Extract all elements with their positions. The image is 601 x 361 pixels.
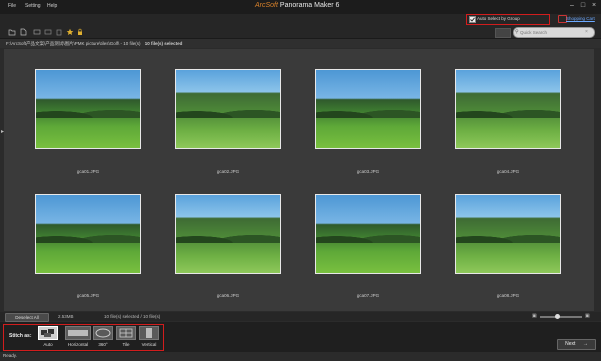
status-text: Ready. xyxy=(3,353,17,358)
tile-stitch-icon xyxy=(119,328,133,338)
app-name: Panorama Maker 6 xyxy=(279,2,340,9)
stitch-as-label: Stitch as: xyxy=(9,333,32,339)
thumbnail-image[interactable] xyxy=(175,194,281,274)
thumbnail-gallery: gca01.JPG gca02.JPG gca03.JPG gca04.JPG … xyxy=(4,49,594,311)
thumbnail-filename: gca04.JPG xyxy=(496,169,520,174)
next-button[interactable]: Next → xyxy=(557,339,596,350)
thumbnail-filename: gca02.JPG xyxy=(216,169,240,174)
selected-count: 10 file(s) selected xyxy=(144,40,183,46)
search-icon: ⚲ xyxy=(515,29,519,35)
thumbnail-image[interactable] xyxy=(35,194,141,274)
app-title: ArcSoft Panorama Maker 6 xyxy=(255,2,339,9)
stitch-vertical-button[interactable] xyxy=(139,326,159,340)
clear-search-icon[interactable]: × xyxy=(585,29,588,35)
thumbnail-image[interactable] xyxy=(315,69,421,149)
stitch-360-button[interactable] xyxy=(93,326,113,340)
shopping-cart-link[interactable]: Shopping Cart xyxy=(566,16,595,21)
menu-setting[interactable]: Setting xyxy=(25,3,41,9)
stitch-360-label: 360° xyxy=(98,342,108,347)
auto-stitch-icon xyxy=(41,329,54,337)
thumbnail-image[interactable] xyxy=(315,194,421,274)
delete-icon[interactable] xyxy=(55,28,63,36)
folder-path-text: F:\ArcSoft产品文案\产品测试\图片\PMK picture\tiles… xyxy=(6,40,141,46)
thumbnail-image[interactable] xyxy=(175,69,281,149)
status-bar xyxy=(0,352,601,361)
vertical-scrollbar[interactable] xyxy=(594,49,600,311)
selection-count: 10 file(s) selected / 10 file(s) xyxy=(104,314,161,319)
check-icon xyxy=(470,17,475,22)
deselect-all-button[interactable]: Deselect All xyxy=(5,313,49,322)
thumbnail-filename: gca06.JPG xyxy=(216,293,240,298)
arrow-right-icon: → xyxy=(582,341,588,347)
thumbnail-filename: gca07.JPG xyxy=(356,293,380,298)
auto-select-checkbox[interactable] xyxy=(469,15,476,23)
selection-strip xyxy=(0,312,601,321)
thumbnail-filename: gca05.JPG xyxy=(76,293,100,298)
thumbnail-filename: gca03.JPG xyxy=(356,169,380,174)
stitch-auto-label: Auto xyxy=(43,342,53,347)
stitch-tile-label: Tile xyxy=(122,342,130,347)
thumbnail-image[interactable] xyxy=(35,69,141,149)
maximize-icon[interactable]: □ xyxy=(579,2,587,10)
rotate-icon[interactable] xyxy=(44,28,52,36)
zoom-slider-handle[interactable] xyxy=(555,314,560,319)
star-icon[interactable] xyxy=(66,28,74,36)
search-input[interactable] xyxy=(520,28,580,36)
thumbnail-image[interactable] xyxy=(455,69,561,149)
panorama-360-icon xyxy=(95,328,111,338)
stitch-horizontal-label: Horizontal xyxy=(67,342,89,347)
zoom-out-icon[interactable]: ▣ xyxy=(532,313,537,319)
stitch-vertical-label: Vertical xyxy=(141,342,157,347)
thumbnail-image[interactable] xyxy=(455,194,561,274)
vertical-stitch-icon xyxy=(146,328,152,338)
stitch-auto-button[interactable] xyxy=(38,326,58,340)
stitch-horizontal-button[interactable] xyxy=(65,326,91,340)
image-icon[interactable] xyxy=(33,28,41,36)
collapse-arrow-icon[interactable]: ▸ xyxy=(1,128,4,135)
close-icon[interactable]: × xyxy=(590,2,598,10)
open-folder-icon[interactable] xyxy=(8,28,16,36)
minimize-icon[interactable]: – xyxy=(568,2,576,10)
auto-select-label[interactable]: Auto Select by Group xyxy=(477,16,520,21)
app-brand: ArcSoft xyxy=(255,2,278,9)
next-label: Next xyxy=(565,341,576,347)
new-file-icon[interactable] xyxy=(19,28,27,36)
zoom-slider[interactable] xyxy=(540,316,582,318)
lock-icon[interactable] xyxy=(76,28,84,36)
horizontal-stitch-icon xyxy=(68,330,88,336)
total-size: 2.53MB xyxy=(58,314,74,319)
folder-path: F:\ArcSoft产品文案\产品测试\图片\PMK picture\tiles… xyxy=(6,41,182,47)
menu-file[interactable]: File xyxy=(8,3,16,9)
menu-help[interactable]: Help xyxy=(47,3,57,9)
zoom-in-icon[interactable]: ▣ xyxy=(585,313,590,319)
thumbnail-filename: gca08.JPG xyxy=(496,293,520,298)
view-mode-button[interactable] xyxy=(495,28,511,38)
stitch-tile-button[interactable] xyxy=(116,326,136,340)
thumbnail-filename: gca01.JPG xyxy=(76,169,100,174)
